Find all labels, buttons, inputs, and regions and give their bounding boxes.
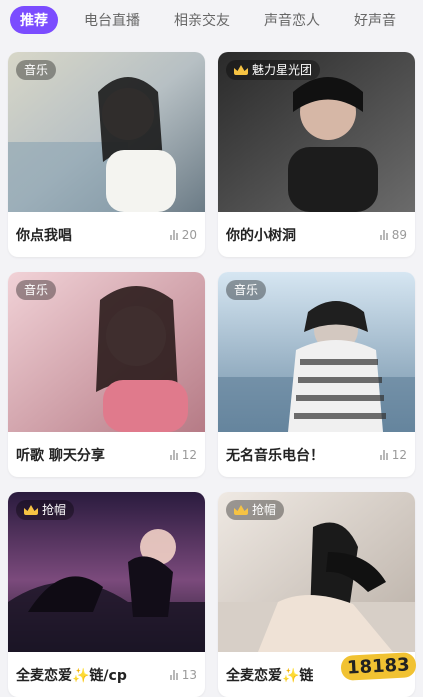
tab-recommend[interactable]: 推荐	[10, 6, 58, 34]
room-card[interactable]: 抢帽 全麦恋爱✨链/cp 13	[8, 492, 205, 697]
tab-voice-lover[interactable]: 声音恋人	[254, 6, 330, 34]
listener-count-value: 12	[391, 447, 407, 462]
badge-label: 音乐	[24, 63, 49, 77]
listener-count: 12	[379, 447, 407, 462]
listener-count: 13	[169, 667, 197, 682]
badge-label: 抢帽	[252, 503, 277, 517]
top-category-tabs: 推荐 电台直播 相亲交友 声音恋人 好声音	[0, 0, 423, 40]
room-card[interactable]: 音乐 无名音乐电台！ 12	[218, 272, 415, 477]
room-meta: 你点我唱 20	[8, 212, 205, 257]
room-card[interactable]: 魅力星光团 你的小树洞 89	[218, 52, 415, 257]
listener-count-value: 13	[181, 667, 197, 682]
badge-label: 音乐	[234, 283, 259, 297]
audio-bars-icon	[379, 229, 388, 240]
listener-count-value: 12	[181, 447, 197, 462]
room-title: 听歌 聊天分享	[16, 447, 105, 464]
tab-good-voice[interactable]: 好声音	[344, 6, 406, 34]
room-title: 全麦恋爱✨链/cp	[16, 667, 127, 684]
listener-count: 12	[169, 447, 197, 462]
room-badge: 音乐	[16, 60, 57, 80]
room-meta: 听歌 聊天分享 12	[8, 432, 205, 477]
room-title: 你的小树洞	[226, 227, 296, 244]
watermark-text: 18183	[340, 651, 416, 681]
room-badge: 抢帽	[16, 500, 75, 520]
site-watermark: 18183	[340, 645, 416, 687]
listener-count: 89	[379, 227, 407, 242]
room-badge: 抢帽	[226, 500, 285, 520]
tab-radio-live[interactable]: 电台直播	[74, 6, 150, 34]
audio-bars-icon	[379, 449, 388, 460]
badge-label: 魅力星光团	[252, 63, 313, 77]
crown-icon	[234, 65, 248, 75]
room-title: 无名音乐电台！	[226, 447, 324, 464]
badge-label: 音乐	[24, 283, 49, 297]
room-card[interactable]: 音乐 听歌 聊天分享 12	[8, 272, 205, 477]
listener-count-value: 20	[181, 227, 197, 242]
room-title: 全麦恋爱✨链	[226, 667, 314, 684]
room-badge: 音乐	[16, 280, 57, 300]
tab-dating[interactable]: 相亲交友	[164, 6, 240, 34]
room-badge: 魅力星光团	[226, 60, 321, 80]
room-card[interactable]: 音乐 你点我唱 20	[8, 52, 205, 257]
room-title: 你点我唱	[16, 227, 72, 244]
listener-count: 20	[169, 227, 197, 242]
listener-count-value: 89	[391, 227, 407, 242]
room-meta: 你的小树洞 89	[218, 212, 415, 257]
room-badge: 音乐	[226, 280, 267, 300]
room-meta: 无名音乐电台！ 12	[218, 432, 415, 477]
room-meta: 全麦恋爱✨链/cp 13	[8, 652, 205, 697]
crown-icon	[24, 505, 38, 515]
audio-bars-icon	[169, 669, 178, 680]
badge-label: 抢帽	[42, 503, 67, 517]
audio-bars-icon	[169, 229, 178, 240]
crown-icon	[234, 505, 248, 515]
audio-bars-icon	[169, 449, 178, 460]
